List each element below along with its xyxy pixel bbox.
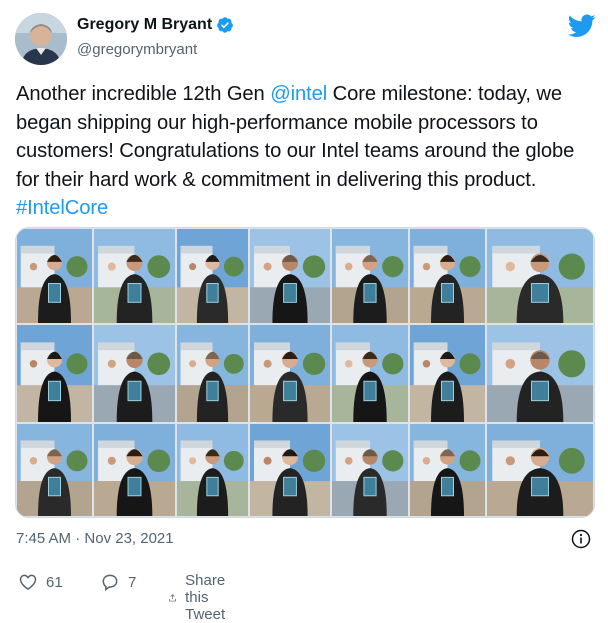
collage-photo <box>487 229 593 323</box>
reply-button[interactable]: 7 <box>100 572 136 592</box>
display-name-text: Gregory M Bryant <box>77 16 213 33</box>
info-icon[interactable] <box>571 529 591 549</box>
collage-photo <box>250 424 330 516</box>
tweet-text-intro: Another incredible 12th Gen <box>16 83 271 105</box>
photo-collage[interactable] <box>15 227 595 518</box>
mention-link[interactable]: @intel <box>270 83 327 105</box>
collage-photo <box>177 229 248 323</box>
collage-photo <box>332 325 408 422</box>
share-button[interactable]: Share this Tweet <box>168 572 236 623</box>
collage-photo <box>17 424 92 516</box>
verified-badge-icon <box>217 17 234 33</box>
collage-photo <box>332 424 408 516</box>
like-count: 61 <box>46 573 63 591</box>
collage-photo <box>94 424 175 516</box>
collage-photo <box>17 229 92 323</box>
collage-photo <box>487 424 593 516</box>
collage-photo <box>177 325 248 422</box>
tweet-date: Nov 23, 2021 <box>84 530 174 547</box>
collage-photo <box>17 325 92 422</box>
author-display-name[interactable]: Gregory M Bryant <box>77 16 234 34</box>
collage-photo <box>250 325 330 422</box>
collage-photo <box>410 325 485 422</box>
tweet-text: Another incredible 12th Gen @intel Core … <box>16 80 596 223</box>
author-avatar[interactable] <box>15 13 67 65</box>
collage-photo <box>177 424 248 516</box>
reply-icon <box>102 574 118 591</box>
reply-count: 7 <box>128 573 137 591</box>
timestamp-separator: · <box>71 530 85 547</box>
tweet-timestamp[interactable]: 7:45 AM · Nov 23, 2021 <box>16 530 174 547</box>
collage-photo <box>94 325 175 422</box>
collage-photo <box>94 229 175 323</box>
like-button[interactable]: 61 <box>18 572 63 592</box>
collage-photo <box>332 229 408 323</box>
hashtag-link[interactable]: #IntelCore <box>16 197 108 219</box>
share-icon <box>169 593 176 601</box>
collage-photo <box>410 229 485 323</box>
avatar-image <box>15 13 67 65</box>
twitter-bird-icon[interactable] <box>568 14 596 38</box>
tweet-time: 7:45 AM <box>16 530 72 547</box>
collage-photo <box>487 325 593 422</box>
author-handle[interactable]: @gregorymbryant <box>77 41 197 58</box>
heart-icon <box>19 574 37 590</box>
share-label: Share this Tweet <box>185 572 226 623</box>
collage-photo <box>250 229 330 323</box>
collage-photo <box>410 424 485 516</box>
collage-grid <box>17 229 593 516</box>
